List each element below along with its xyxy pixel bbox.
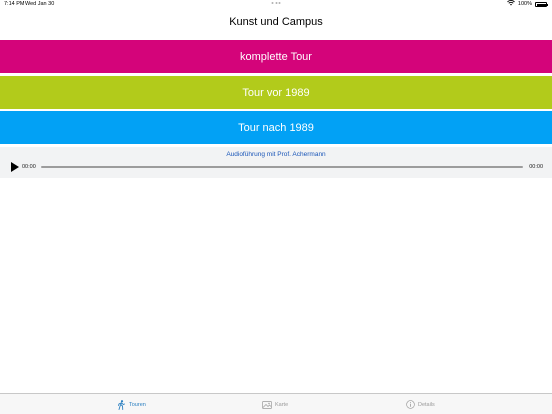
tour-complete-button[interactable]: komplette Tour — [0, 40, 552, 73]
audio-player: Audioführung mit Prof. Achermann — [0, 147, 552, 178]
status-date: Wed Jan 30 — [25, 1, 55, 7]
audio-progress-slider[interactable] — [41, 166, 523, 168]
tab-bar: Touren Karte Details — [0, 393, 552, 414]
audio-duration: 00:00 — [529, 164, 543, 170]
tab-details[interactable]: Details — [406, 394, 435, 414]
tab-touren[interactable]: Touren — [117, 394, 146, 414]
tour-before-1989-button[interactable]: Tour vor 1989 — [0, 76, 552, 109]
tab-label: Karte — [275, 401, 289, 408]
tab-label: Details — [418, 401, 435, 408]
tab-label: Touren — [129, 401, 146, 408]
screen: 7:14 PM Wed Jan 30 100% Kunst und Campus… — [0, 0, 552, 414]
battery-percent: 100% — [517, 1, 532, 7]
audio-current-time: 00:00 — [22, 164, 36, 170]
battery-icon — [535, 2, 548, 7]
tab-karte[interactable]: Karte — [262, 394, 288, 414]
status-bar: 7:14 PM Wed Jan 30 100% — [0, 0, 552, 9]
status-time: 7:14 PM — [4, 1, 25, 7]
audio-title: Audioführung mit Prof. Achermann — [226, 151, 326, 158]
wifi-icon — [507, 0, 515, 10]
play-icon[interactable] — [11, 162, 19, 172]
page-title: Kunst und Campus — [229, 16, 323, 28]
info-icon — [406, 400, 415, 409]
tour-after-1989-button[interactable]: Tour nach 1989 — [0, 111, 552, 144]
status-indicators: 100% — [507, 0, 548, 10]
map-image-icon — [262, 400, 272, 409]
hiker-icon — [117, 399, 126, 410]
multitasking-dots-icon — [271, 2, 281, 4]
